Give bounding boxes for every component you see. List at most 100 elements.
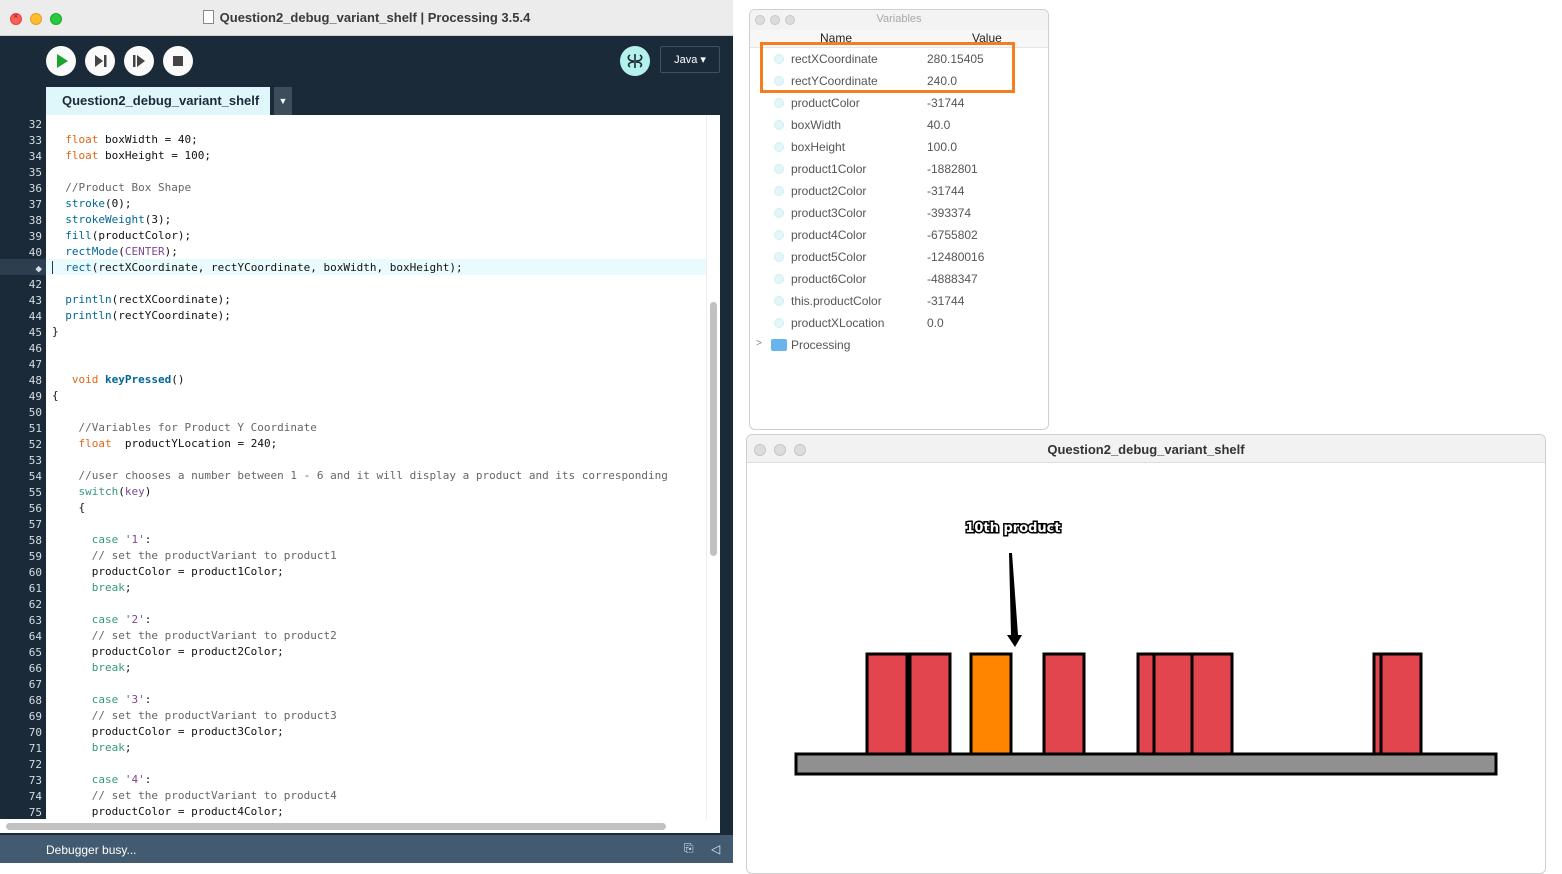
- code-line: case '4':: [91, 773, 152, 786]
- code-line: case '1':: [91, 533, 152, 546]
- stop-icon: [173, 56, 183, 66]
- line-number: 46: [28, 342, 42, 355]
- code-line: switch(key): [78, 485, 152, 498]
- code-line: strokeWeight(3);: [65, 213, 172, 226]
- line-number: 35: [28, 166, 42, 179]
- butterfly-icon: [627, 54, 643, 68]
- variable-value: 0.0: [927, 316, 944, 330]
- sketch-window: Question2_debug_variant_shelf 10th produ…: [746, 434, 1546, 874]
- variable-row[interactable]: boxWidth 40.0: [750, 114, 1048, 136]
- debugger-toggle-button[interactable]: [620, 46, 650, 76]
- field-icon: [774, 230, 784, 240]
- line-number: 48: [28, 374, 42, 387]
- code-line: // set the productVariant to product1: [52, 549, 337, 562]
- line-number: 68: [28, 694, 42, 707]
- line-number: 74: [28, 790, 42, 803]
- code-line: stroke(0);: [65, 197, 132, 210]
- variable-value: -31744: [927, 96, 965, 110]
- chevron-right-icon[interactable]: >: [756, 338, 762, 349]
- variable-name: boxWidth: [791, 118, 842, 132]
- run-button[interactable]: [46, 46, 76, 76]
- tab-sketch[interactable]: Question2_debug_variant_shelf: [46, 87, 270, 115]
- processing-folder-row[interactable]: > Processing: [750, 334, 1048, 356]
- line-number: 49: [28, 390, 42, 403]
- line-number: 36: [28, 182, 42, 195]
- code-line: println(rectXCoordinate);: [65, 293, 231, 306]
- line-number: 34: [28, 150, 42, 163]
- code-line: println(rectYCoordinate);: [65, 309, 231, 322]
- console-toggle-icon[interactable]: ⎘: [684, 841, 694, 856]
- line-number: 43: [28, 294, 42, 307]
- line-number: ◆: [35, 262, 42, 275]
- product-boxes: [865, 652, 1423, 756]
- product-box: [1379, 652, 1423, 756]
- variable-row[interactable]: product5Color -12480016: [750, 246, 1048, 268]
- code-editor[interactable]: float boxWidth = 40; float boxHeight = 1…: [46, 115, 706, 819]
- line-number: 39: [28, 230, 42, 243]
- vertical-scroll-thumb[interactable]: [710, 302, 717, 556]
- code-line: float productYLocation = 240;: [78, 437, 278, 450]
- line-number: 60: [28, 566, 42, 579]
- line-number: 37: [28, 198, 42, 211]
- code-line: productColor = product3Color;: [52, 725, 284, 738]
- annotation-highlight-box: [760, 42, 1015, 93]
- field-icon: [774, 186, 784, 196]
- variable-row[interactable]: productXLocation 0.0: [750, 312, 1048, 334]
- mode-selector[interactable]: Java ▾: [660, 46, 720, 73]
- line-number: 47: [28, 358, 42, 371]
- code-line: //Variables for Product Y Coordinate: [52, 421, 317, 434]
- collapse-console-icon[interactable]: ◁: [711, 842, 720, 856]
- variable-name: this.productColor: [791, 294, 882, 308]
- line-number: 44: [28, 310, 42, 323]
- code-line: break;: [91, 741, 132, 754]
- horizontal-scroll-thumb[interactable]: [6, 823, 666, 830]
- ide-title-text: Question2_debug_variant_shelf | Processi…: [219, 10, 531, 25]
- play-icon: [57, 54, 68, 68]
- product-box: [908, 652, 952, 756]
- variable-row[interactable]: product4Color -6755802: [750, 224, 1048, 246]
- continue-button[interactable]: [124, 46, 154, 76]
- code-line: float boxWidth = 40;: [65, 133, 198, 146]
- line-number: 63: [28, 614, 42, 627]
- tab-menu-button[interactable]: ▼: [274, 87, 292, 115]
- line-number: 33: [28, 134, 42, 147]
- line-number: 71: [28, 742, 42, 755]
- code-line: productColor = product4Color;: [52, 805, 284, 818]
- sketch-canvas[interactable]: 10th product: [747, 463, 1546, 874]
- field-icon: [774, 164, 784, 174]
- stop-button[interactable]: [163, 46, 193, 76]
- ide-title: Question2_debug_variant_shelf | Processi…: [0, 10, 733, 25]
- line-number: 56: [28, 502, 42, 515]
- processing-ide-window: × Question2_debug_variant_shelf | Proces…: [0, 0, 733, 863]
- variable-row[interactable]: this.productColor -31744: [750, 290, 1048, 312]
- code-line: float boxHeight = 100;: [65, 149, 211, 162]
- variable-row[interactable]: product6Color -4888347: [750, 268, 1048, 290]
- variable-row[interactable]: product1Color -1882801: [750, 158, 1048, 180]
- variable-value: -6755802: [927, 228, 978, 242]
- step-button[interactable]: [85, 46, 115, 76]
- variable-row[interactable]: boxHeight 100.0: [750, 136, 1048, 158]
- code-line: // set the productVariant to product4: [52, 789, 337, 802]
- code-line: // set the productVariant to product3: [52, 709, 337, 722]
- sketch-title: Question2_debug_variant_shelf: [1047, 442, 1245, 457]
- line-number: 73: [28, 774, 42, 787]
- product-box: [1152, 652, 1196, 756]
- line-number: 66: [28, 662, 42, 675]
- variable-row[interactable]: product3Color -393374: [750, 202, 1048, 224]
- folder-name: Processing: [791, 338, 851, 352]
- sketch-titlebar: Question2_debug_variant_shelf: [747, 435, 1545, 463]
- field-icon: [774, 98, 784, 108]
- field-icon: [774, 208, 784, 218]
- field-icon: [774, 142, 784, 152]
- line-number: 72: [28, 758, 42, 771]
- editor-right-margin: [720, 115, 733, 833]
- variable-row[interactable]: product2Color -31744: [750, 180, 1048, 202]
- line-number: 64: [28, 630, 42, 643]
- variable-value: -31744: [927, 294, 965, 308]
- code-line: // set the productVariant to product2: [52, 629, 337, 642]
- field-icon: [774, 296, 784, 306]
- variable-name: product6Color: [791, 272, 867, 286]
- code-line: fill(productColor);: [65, 229, 192, 242]
- variable-row[interactable]: productColor -31744: [750, 92, 1048, 114]
- variable-name: product4Color: [791, 228, 867, 242]
